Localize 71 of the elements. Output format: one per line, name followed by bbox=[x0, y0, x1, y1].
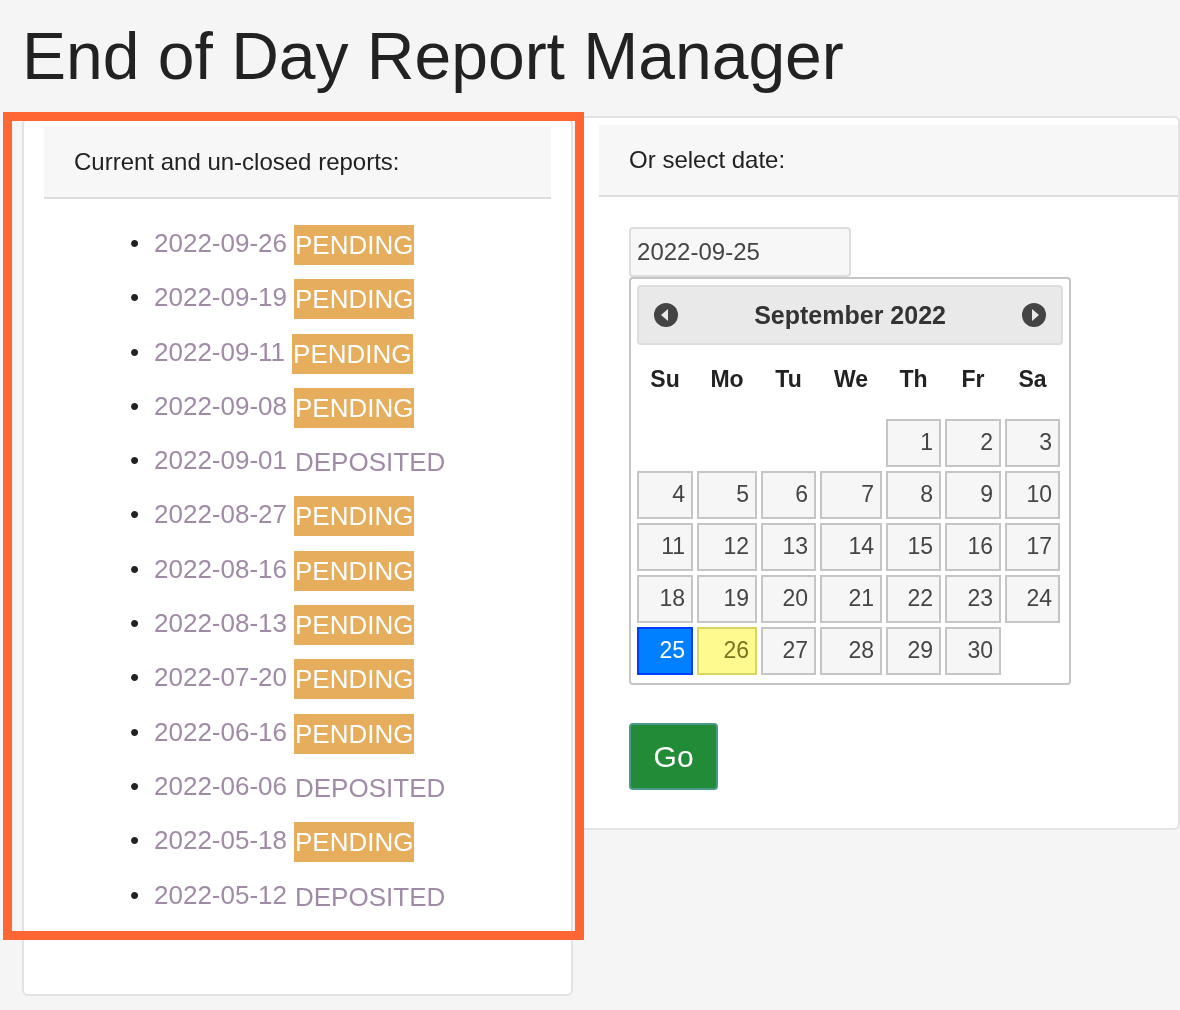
pending-badge: PENDING bbox=[294, 496, 415, 537]
bullet: • bbox=[130, 607, 141, 641]
bullet: • bbox=[130, 335, 141, 369]
calendar-day[interactable]: 10 bbox=[1005, 471, 1061, 519]
calendar-day[interactable]: 17 bbox=[1005, 523, 1061, 571]
previous-month-icon[interactable] bbox=[653, 302, 680, 328]
calendar-day[interactable]: 30 bbox=[945, 627, 1002, 675]
calendar-day[interactable]: 14 bbox=[820, 523, 883, 571]
date-input-field[interactable]: 2022-09-25 bbox=[629, 227, 852, 277]
calendar-day[interactable]: 21 bbox=[820, 575, 883, 623]
calendar-day[interactable]: 28 bbox=[820, 627, 883, 675]
calendar-day[interactable]: 29 bbox=[886, 627, 942, 675]
calendar-day[interactable]: 24 bbox=[1005, 575, 1061, 623]
calendar-day[interactable]: 18 bbox=[637, 575, 694, 623]
calendar-day[interactable]: 12 bbox=[697, 523, 758, 571]
status-label: DEPOSITED bbox=[294, 771, 447, 805]
calendar-day[interactable]: 1 bbox=[886, 419, 942, 467]
panel-heading: Or select date: bbox=[599, 125, 1178, 197]
weekday-label: Sa bbox=[1017, 365, 1048, 394]
weekday-label: We bbox=[833, 365, 870, 394]
bullet: • bbox=[130, 552, 141, 586]
calendar-day[interactable]: 3 bbox=[1005, 419, 1061, 467]
calendar-day[interactable]: 25 bbox=[637, 627, 694, 675]
bullet: • bbox=[130, 227, 141, 260]
pending-badge: PENDING bbox=[294, 550, 415, 591]
pending-badge: PENDING bbox=[292, 333, 413, 374]
calendar-day[interactable]: 19 bbox=[697, 575, 758, 623]
panel-heading: Current and un-closed reports: bbox=[44, 127, 552, 199]
next-month-icon[interactable] bbox=[1021, 302, 1048, 328]
weekday-label: Th bbox=[898, 365, 929, 394]
bullet: • bbox=[130, 498, 141, 532]
pending-badge: PENDING bbox=[294, 822, 415, 863]
calendar-day[interactable]: 20 bbox=[761, 575, 817, 623]
weekday-label: Fr bbox=[960, 365, 986, 394]
bullet: • bbox=[130, 389, 141, 423]
bullet: • bbox=[130, 281, 141, 315]
calendar-day[interactable]: 13 bbox=[761, 523, 817, 571]
calendar-day[interactable]: 11 bbox=[637, 523, 694, 571]
pending-badge: PENDING bbox=[294, 659, 415, 700]
calendar-day[interactable]: 15 bbox=[886, 523, 942, 571]
calendar-day[interactable]: 6 bbox=[761, 471, 817, 519]
calendar-day[interactable]: 16 bbox=[945, 523, 1002, 571]
weekday-label: Tu bbox=[774, 365, 803, 394]
calendar-day[interactable]: 8 bbox=[886, 471, 942, 519]
calendar-day[interactable]: 7 bbox=[820, 471, 883, 519]
calendar-day[interactable]: 2 bbox=[945, 419, 1002, 467]
bullet: • bbox=[130, 769, 141, 803]
month-title: September 2022 bbox=[754, 300, 946, 330]
weekday-label: Su bbox=[649, 365, 681, 394]
pending-badge: PENDING bbox=[294, 605, 415, 646]
page-title: End of Day Report Manager bbox=[21, 18, 845, 95]
calendar-day[interactable]: 22 bbox=[886, 575, 942, 623]
bullet: • bbox=[130, 444, 141, 478]
status-label: DEPOSITED bbox=[294, 446, 447, 480]
status-label: DEPOSITED bbox=[294, 880, 447, 914]
bullet: • bbox=[130, 878, 141, 912]
calendar-day[interactable]: 4 bbox=[637, 471, 694, 519]
pending-badge: PENDING bbox=[294, 387, 415, 428]
calendar-day[interactable]: 5 bbox=[697, 471, 758, 519]
bullet: • bbox=[130, 824, 141, 858]
weekday-label: Mo bbox=[709, 365, 745, 394]
pending-badge: PENDING bbox=[294, 225, 415, 265]
calendar-day[interactable]: 26 bbox=[697, 627, 758, 675]
pending-badge: PENDING bbox=[294, 713, 415, 754]
calendar-day[interactable]: 27 bbox=[761, 627, 817, 675]
calendar-day[interactable]: 9 bbox=[945, 471, 1002, 519]
calendar-day[interactable]: 23 bbox=[945, 575, 1002, 623]
pending-badge: PENDING bbox=[294, 279, 415, 320]
go-button[interactable]: Go bbox=[629, 723, 719, 790]
bullet: • bbox=[130, 715, 141, 749]
bullet: • bbox=[130, 661, 141, 695]
